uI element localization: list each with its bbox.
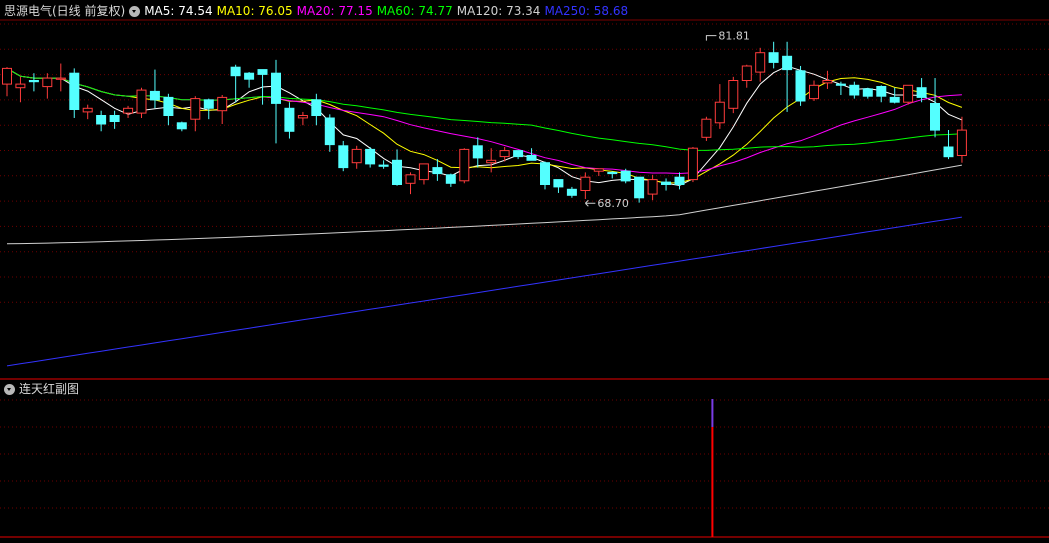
candle-up bbox=[714, 101, 725, 124]
candle-down bbox=[149, 90, 160, 101]
subchart-title: 连天红副图 bbox=[19, 382, 80, 396]
candle-up bbox=[217, 96, 228, 112]
candle-up bbox=[459, 148, 470, 182]
candle-up bbox=[42, 77, 53, 88]
candle-down bbox=[432, 167, 443, 175]
candle-down bbox=[244, 72, 255, 80]
candle-down bbox=[257, 69, 268, 75]
candle-up bbox=[647, 179, 658, 195]
candle-down bbox=[69, 72, 80, 110]
candle-down bbox=[930, 103, 940, 131]
candle-down bbox=[284, 107, 295, 132]
candle-up bbox=[418, 163, 429, 181]
kline-chart[interactable]: 81.81 68.70 bbox=[0, 0, 1049, 543]
candle-up bbox=[728, 80, 739, 109]
candle-up bbox=[2, 67, 12, 85]
candle-up bbox=[822, 80, 833, 84]
candle-up bbox=[123, 107, 134, 114]
low-price-label: 68.70 bbox=[597, 197, 629, 210]
candle-down bbox=[849, 84, 860, 96]
candle-up bbox=[405, 174, 416, 184]
candle-down bbox=[338, 145, 349, 169]
candle-down bbox=[862, 88, 873, 97]
chart-header: 思源电气(日线 前复权) MA5: 74.54 MA10: 76.05 MA20… bbox=[4, 3, 632, 19]
candle-down bbox=[566, 188, 577, 196]
candle-down bbox=[271, 72, 281, 104]
ma120-label: MA120: 73.34 bbox=[456, 4, 541, 18]
candle-up bbox=[687, 147, 698, 181]
candle-up bbox=[136, 89, 147, 114]
candle-down bbox=[607, 171, 618, 175]
candle-down bbox=[661, 181, 671, 186]
candle-down bbox=[634, 176, 645, 199]
candle-up bbox=[956, 129, 967, 157]
ma10-label: MA10: 76.05 bbox=[216, 4, 293, 18]
candle-down bbox=[230, 66, 241, 77]
candle-down bbox=[768, 52, 779, 63]
subchart-header: 连天红副图 bbox=[4, 381, 79, 397]
high-price-label: 81.81 bbox=[718, 30, 750, 43]
candle-down bbox=[176, 122, 187, 130]
candle-down bbox=[365, 148, 376, 165]
candle-down bbox=[889, 96, 900, 103]
candle-down bbox=[445, 174, 456, 184]
candle-down bbox=[916, 87, 927, 98]
candle-up bbox=[741, 65, 752, 81]
candle-down bbox=[835, 83, 846, 86]
candle-down bbox=[795, 70, 806, 102]
candle-up bbox=[593, 168, 604, 172]
candle-down bbox=[553, 179, 564, 188]
ma5-label: MA5: 74.54 bbox=[144, 4, 213, 18]
candle-down bbox=[311, 99, 322, 117]
candle-down bbox=[392, 159, 402, 186]
candle-down bbox=[324, 117, 335, 146]
ma20-line bbox=[6, 67, 962, 175]
candle-up bbox=[701, 118, 712, 138]
candle-up bbox=[499, 150, 510, 158]
candle-up bbox=[580, 176, 591, 191]
high-marker-arrow bbox=[705, 35, 717, 41]
candle-down bbox=[674, 176, 685, 185]
stock-title: 思源电气(日线 前复权) bbox=[4, 4, 126, 18]
ma20-label: MA20: 77.15 bbox=[296, 4, 373, 18]
candle-up bbox=[15, 83, 26, 89]
candle-up bbox=[297, 115, 308, 119]
ma250-label: MA250: 58.68 bbox=[544, 4, 629, 18]
candle-up bbox=[351, 148, 362, 164]
candle-up bbox=[82, 107, 93, 113]
candle-down bbox=[620, 170, 631, 182]
candle-down bbox=[472, 145, 483, 159]
candle-down bbox=[28, 80, 39, 83]
candle-down bbox=[943, 146, 954, 158]
candle-up bbox=[486, 159, 497, 164]
candle-down bbox=[203, 99, 214, 109]
candle-up bbox=[809, 84, 819, 100]
candle-down bbox=[378, 164, 389, 167]
ma60-label: MA60: 74.77 bbox=[376, 4, 453, 18]
candle-down bbox=[513, 150, 524, 158]
subchart-dropdown-icon[interactable] bbox=[4, 383, 15, 395]
candle-down bbox=[163, 96, 174, 117]
candle-up bbox=[903, 84, 914, 103]
candle-up bbox=[755, 52, 766, 73]
candle-down bbox=[109, 115, 120, 122]
candle-down bbox=[876, 86, 887, 97]
candle-down bbox=[96, 115, 107, 125]
candle-up bbox=[190, 98, 201, 120]
candle-down bbox=[526, 155, 537, 161]
candle-down bbox=[782, 55, 793, 71]
low-marker-arrow bbox=[584, 199, 596, 207]
candle-up bbox=[55, 77, 66, 80]
candle-down bbox=[540, 162, 550, 185]
dropdown-toggle-icon[interactable] bbox=[129, 5, 141, 17]
ma250-line bbox=[6, 216, 962, 367]
ma120-line bbox=[6, 164, 962, 245]
